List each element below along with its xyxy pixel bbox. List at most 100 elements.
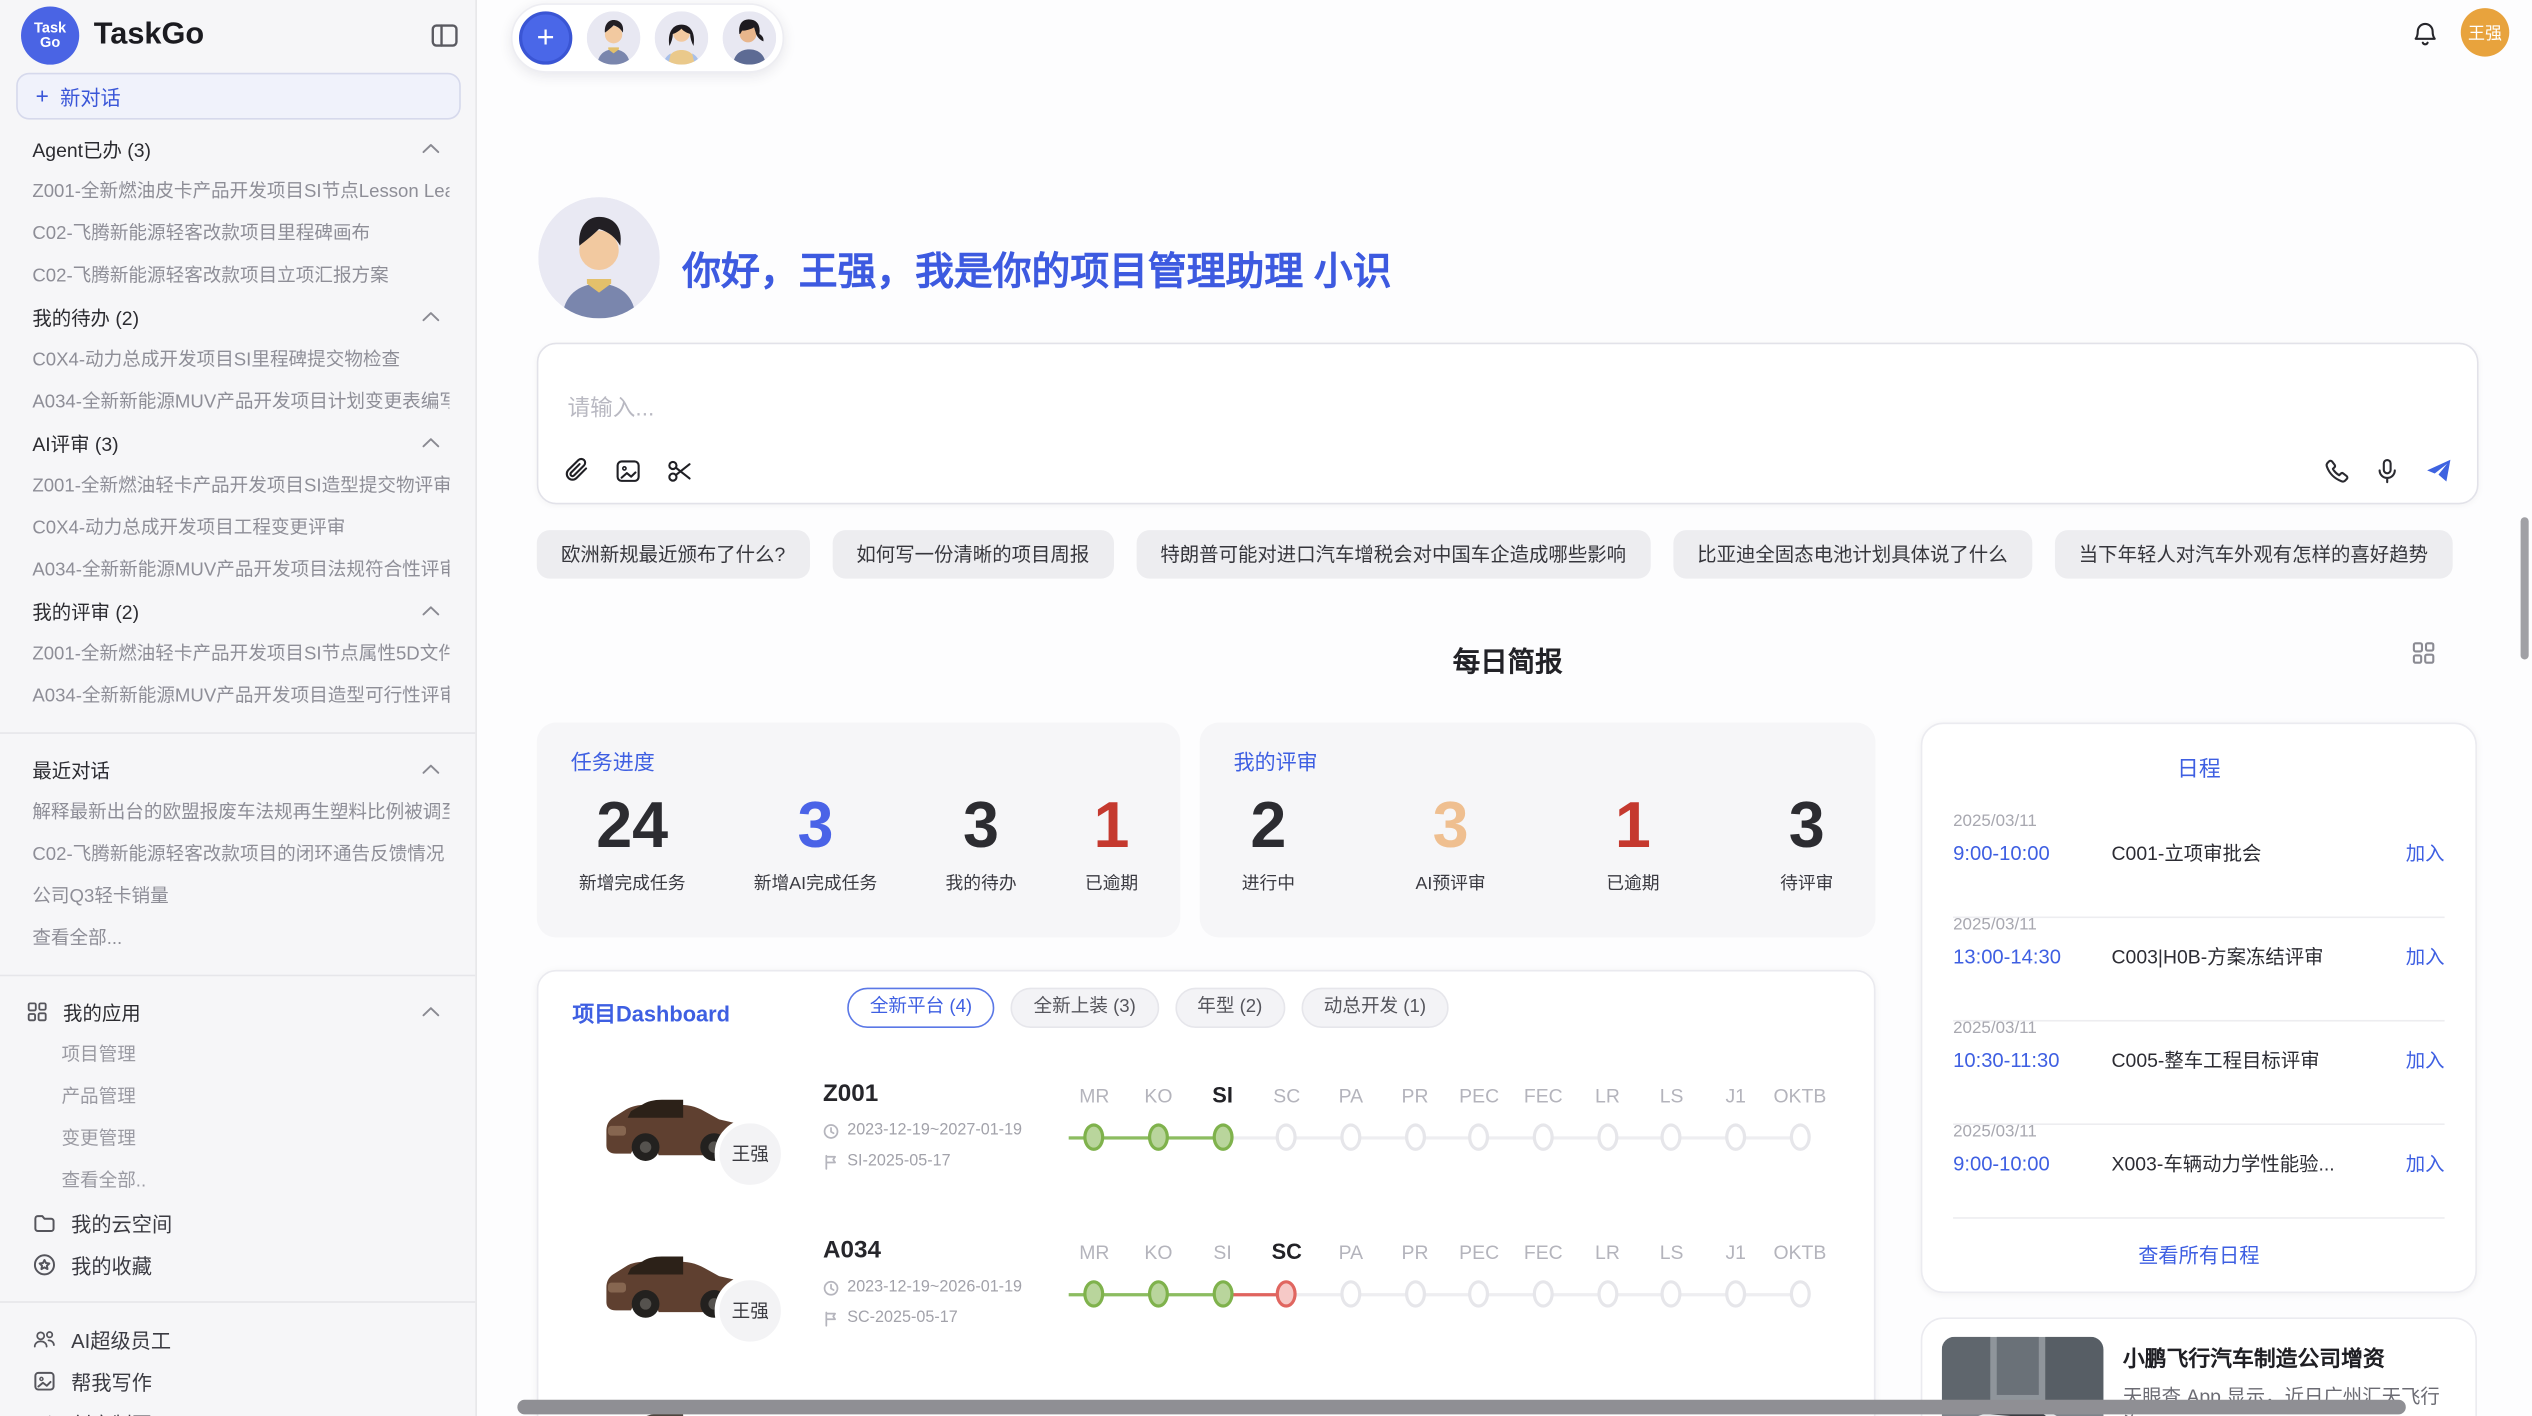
tab-new-body[interactable]: 全新上装 (3) — [1011, 988, 1159, 1028]
section-ai-review[interactable]: AI评审 (3) — [26, 422, 450, 464]
view-all-schedule-link[interactable]: 查看所有日程 — [1922, 1238, 2475, 1269]
join-link[interactable]: 加入 — [2406, 942, 2445, 969]
flag-icon — [823, 1310, 839, 1326]
chevron-up-icon — [422, 436, 440, 449]
section-my-review[interactable]: 我的评审 (2) — [26, 590, 450, 632]
sidebar-header: Task Go TaskGo — [21, 5, 459, 66]
project-flag-milestone: SI-2025-05-17 — [823, 1152, 951, 1170]
milestone-node — [1469, 1123, 1490, 1150]
view-all-apps-link[interactable]: 查看全部.. — [26, 1167, 146, 1193]
conversation-switcher: + — [511, 3, 784, 73]
app-item-change-mgmt[interactable]: 变更管理 — [26, 1125, 136, 1151]
news-title: 小鹏飞行汽车制造公司增资 — [2123, 1340, 2385, 1372]
chat-input[interactable] — [564, 393, 2026, 422]
image-icon — [32, 1368, 56, 1392]
sidebar-item[interactable]: C0X4-动力总成开发项目工程变更评审 — [26, 514, 345, 540]
project-dates: 2023-12-19~2026-01-19 — [823, 1279, 1022, 1297]
project-code: A034 — [823, 1237, 881, 1264]
suggestion-chip[interactable]: 特朗普可能对进口汽车增税会对中国车企造成哪些影响 — [1136, 530, 1650, 578]
avatar-contact-3[interactable] — [723, 11, 776, 64]
divider — [0, 975, 475, 977]
section-agent-done[interactable]: Agent已办 (3) — [26, 128, 450, 170]
avatar-contact-2[interactable] — [655, 11, 708, 64]
schedule-item: 2025/03/11 9:00-10:00 X003-车辆动力学性能验... 加… — [1953, 1122, 2445, 1203]
phone-icon[interactable] — [2322, 457, 2349, 484]
tab-powertrain[interactable]: 动总开发 (1) — [1301, 988, 1449, 1028]
clock-icon — [823, 1123, 839, 1139]
layout-grid-icon[interactable] — [2411, 640, 2437, 666]
sidebar-item[interactable]: C02-飞腾新能源轻客改款项目立项汇报方案 — [26, 262, 389, 288]
horizontal-scrollbar[interactable] — [517, 1400, 2405, 1415]
milestone-node — [1789, 1280, 1810, 1307]
milestone-node — [1340, 1280, 1361, 1307]
milestone-node — [1725, 1280, 1746, 1307]
schedule-time: 9:00-10:00 — [1953, 1152, 2111, 1175]
tab-model-year[interactable]: 年型 (2) — [1175, 988, 1285, 1028]
schedule-date: 2025/03/11 — [1953, 1018, 2445, 1037]
view-all-chats-link[interactable]: 查看全部... — [26, 925, 122, 951]
suggestion-chip[interactable]: 比亚迪全固态电池计划具体说了什么 — [1673, 530, 2032, 578]
schedule-event-title: X003-车辆动力学性能验... — [2112, 1149, 2406, 1176]
composer-left-tools — [563, 457, 694, 484]
chevron-up-icon — [422, 763, 440, 776]
sidebar-item[interactable]: A034-全新新能源MUV产品开发项目法规符合性评审 — [26, 556, 450, 582]
avatar-contact-1[interactable] — [587, 11, 640, 64]
sidebar-item[interactable]: Z001-全新燃油轻卡产品开发项目SI造型提交物评审 — [26, 472, 450, 498]
section-my-todo[interactable]: 我的待办 (2) — [26, 296, 450, 338]
milestone-node — [1212, 1280, 1233, 1307]
project-row-z001[interactable]: 王强 Z001 2023-12-19~2027-01-19 SI-2025-05… — [538, 1056, 1873, 1210]
sidebar-item[interactable]: Z001-全新燃油皮卡产品开发项目SI节点Lesson Learn报告 — [26, 178, 450, 204]
suggestion-chip[interactable]: 如何写一份清晰的项目周报 — [832, 530, 1113, 578]
vertical-scrollbar[interactable] — [2521, 517, 2529, 659]
microphone-icon[interactable] — [2373, 457, 2400, 484]
recent-chat-item[interactable]: C02-飞腾新能源轻客改款项目的闭环通告反馈情况 — [26, 841, 445, 867]
sidebar-item[interactable]: C02-飞腾新能源轻客改款项目里程碑画布 — [26, 220, 370, 246]
stat-new-done: 24新增完成任务 — [579, 790, 686, 895]
image-icon[interactable] — [614, 457, 641, 484]
sidebar-item-ai-super-staff[interactable]: AI超级员工 — [26, 1317, 450, 1359]
assistant-avatar — [538, 197, 659, 318]
sidebar-item-creative-drawing[interactable]: 创意制图 — [26, 1401, 450, 1416]
sidebar-item-help-me-write[interactable]: 帮我写作 — [26, 1359, 450, 1401]
logo-text-bottom: Go — [40, 36, 60, 51]
app-item-product-mgmt[interactable]: 产品管理 — [26, 1083, 136, 1109]
user-avatar[interactable]: 王强 — [2461, 8, 2510, 56]
suggestion-chip[interactable]: 欧洲新规最近颁布了什么? — [537, 530, 810, 578]
join-link[interactable]: 加入 — [2406, 839, 2445, 866]
section-recent-chats[interactable]: 最近对话 — [26, 748, 450, 790]
join-link[interactable]: 加入 — [2406, 1149, 2445, 1176]
recent-chat-item[interactable]: 解释最新出台的欧盟报废车法规再生塑料比例被调至15%... — [26, 799, 450, 825]
section-my-apps[interactable]: 我的应用 — [26, 991, 450, 1033]
sidebar-item[interactable]: C0X4-动力总成开发项目SI里程碑提交物检查 — [26, 346, 400, 372]
suggestion-chip[interactable]: 当下年轻人对汽车外观有怎样的喜好趋势 — [2055, 530, 2453, 578]
card-title: 任务进度 — [571, 745, 655, 776]
tab-new-platform[interactable]: 全新平台 (4) — [847, 988, 995, 1028]
sidebar-collapse-icon[interactable] — [430, 21, 459, 50]
join-link[interactable]: 加入 — [2406, 1046, 2445, 1073]
schedule-date: 2025/03/11 — [1953, 1122, 2445, 1141]
notifications-bell-icon[interactable] — [2412, 21, 2438, 48]
milestone-track: MR KO SI SC PA PR PEC FEC LR LS J1 OKTB — [1062, 1235, 1832, 1332]
milestone-node — [1533, 1280, 1554, 1307]
project-owner-badge: 王强 — [715, 1119, 786, 1190]
sidebar-item-cloud-space[interactable]: 我的云空间 — [26, 1201, 450, 1243]
schedule-date: 2025/03/11 — [1953, 915, 2445, 934]
sidebar-item-favorites[interactable]: 我的收藏 — [26, 1243, 450, 1285]
composer-right-tools — [2322, 457, 2453, 484]
milestone-node — [1404, 1280, 1425, 1307]
sidebar-item[interactable]: A034-全新新能源MUV产品开发项目计划变更表编写 — [26, 388, 450, 414]
add-conversation-button[interactable]: + — [519, 11, 572, 64]
paperclip-icon[interactable] — [563, 457, 590, 484]
send-icon[interactable] — [2425, 457, 2452, 484]
chevron-up-icon — [422, 605, 440, 618]
sidebar-item[interactable]: Z001-全新燃油轻卡产品开发项目SI节点属性5D文件评审 — [26, 640, 450, 666]
new-chat-button[interactable]: + 新对话 — [16, 73, 461, 120]
sidebar-item[interactable]: A034-全新新能源MUV产品开发项目造型可行性评审 — [26, 682, 450, 708]
stat-my-todo: 3我的待办 — [945, 790, 1016, 895]
app-item-project-mgmt[interactable]: 项目管理 — [26, 1041, 136, 1067]
project-row-a034[interactable]: 王强 A034 2023-12-19~2026-01-19 SC-2025-05… — [538, 1212, 1873, 1366]
app-title: TaskGo — [94, 18, 430, 54]
project-flag-milestone: SC-2025-05-17 — [823, 1309, 958, 1327]
recent-chat-item[interactable]: 公司Q3轻卡销量 — [26, 883, 169, 909]
scissors-icon[interactable] — [666, 457, 693, 484]
